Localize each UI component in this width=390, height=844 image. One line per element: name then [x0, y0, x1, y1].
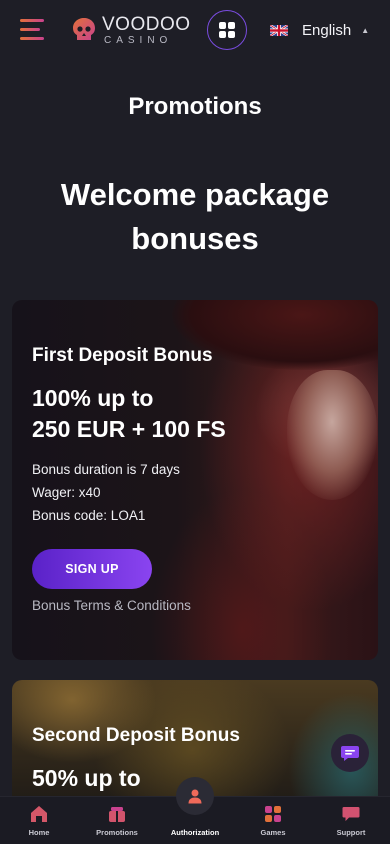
card-background-figure — [287, 370, 377, 500]
top-header: VOODOO CASINO English ▲ — [0, 0, 390, 62]
bonus-terms-link[interactable]: Bonus Terms & Conditions — [32, 598, 191, 613]
nav-home[interactable]: Home — [4, 797, 74, 844]
nav-support[interactable]: Support — [316, 797, 386, 844]
chat-support-icon — [342, 807, 360, 821]
live-chat-button[interactable] — [331, 734, 369, 772]
first-deposit-bonus-card: First Deposit Bonus 100% up to 250 EUR +… — [12, 300, 378, 660]
bonus-amount-line2: 250 EUR + 100 FS — [32, 416, 226, 442]
skull-logo-icon — [73, 18, 95, 40]
language-label: English — [302, 21, 352, 39]
user-icon — [188, 789, 202, 804]
nav-label: Promotions — [96, 828, 138, 837]
nav-label: Authorization — [170, 828, 220, 837]
logo-text: VOODOO — [102, 14, 191, 35]
grid-apps-icon — [219, 22, 235, 38]
apps-grid-button[interactable] — [207, 10, 247, 50]
chevron-up-icon: ▲ — [361, 25, 370, 35]
home-icon — [31, 806, 47, 822]
hamburger-menu-icon[interactable] — [20, 19, 44, 41]
nav-label: Games — [260, 828, 286, 837]
page-title: Promotions — [128, 93, 262, 120]
bonus-title: Second Deposit Bonus — [32, 725, 240, 746]
bonus-wager: Wager: x40 — [32, 485, 101, 500]
hero-title: Welcome package bonuses — [60, 177, 330, 256]
uk-flag-icon — [270, 24, 288, 36]
games-grid-icon — [265, 806, 281, 822]
language-selector[interactable]: English ▲ — [270, 20, 369, 40]
chat-bubble-icon — [341, 746, 359, 761]
bonus-title: First Deposit Bonus — [32, 345, 213, 366]
nav-promotions[interactable]: Promotions — [82, 797, 152, 844]
logo-subtext: CASINO — [104, 35, 173, 46]
casino-logo[interactable]: VOODOO CASINO — [70, 14, 190, 46]
gift-icon — [109, 807, 125, 822]
nav-label: Home — [28, 828, 50, 837]
bonus-duration: Bonus duration is 7 days — [32, 462, 180, 477]
nav-label: Support — [336, 828, 366, 837]
authorization-button[interactable] — [176, 777, 214, 815]
bonus-amount-line1: 50% up to — [32, 765, 141, 791]
nav-games[interactable]: Games — [238, 797, 308, 844]
sign-up-button[interactable]: SIGN UP — [32, 549, 152, 589]
bonus-code: Bonus code: LOA1 — [32, 508, 146, 523]
bonus-amount-line1: 100% up to — [32, 385, 154, 411]
